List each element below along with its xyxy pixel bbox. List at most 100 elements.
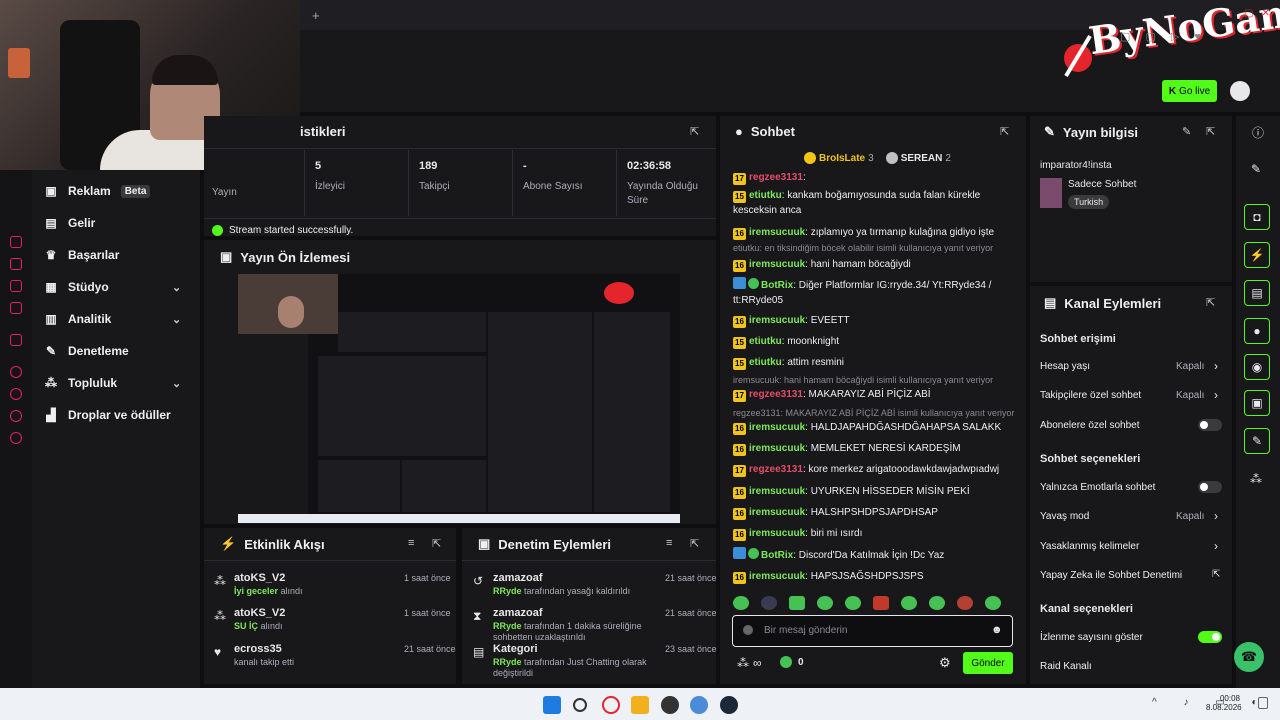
- chat-message[interactable]: 16 iremsucuuk: HALSHPSHDPSJAPDHSAP: [733, 505, 1018, 520]
- chat-message[interactable]: 17 regzee3131: MAKARAYIZ ABİ PİÇİZ ABİ: [733, 387, 1018, 402]
- notification-icon[interactable]: [1258, 697, 1268, 709]
- filter-icon[interactable]: ≡: [666, 537, 672, 549]
- window-controls[interactable]: ▢✕: [1244, 8, 1278, 19]
- row-user[interactable]: atoKS_V2: [234, 607, 285, 619]
- wrench-icon[interactable]: ✎: [1244, 428, 1270, 454]
- emote-icon[interactable]: [817, 596, 833, 610]
- folder-icon[interactable]: [631, 696, 649, 714]
- chat-message[interactable]: 15 etiutku: moonknight: [733, 334, 1018, 349]
- strip-icon[interactable]: [10, 302, 22, 314]
- chat-username[interactable]: regzee3131: [749, 389, 803, 400]
- setting-raid-channel[interactable]: Raid Kanalı: [1040, 661, 1220, 672]
- chat-message[interactable]: 16 iremsucuuk: MEMLEKET NERESİ KARDEŞİM: [733, 441, 1018, 456]
- popout-icon[interactable]: ⇱: [1206, 296, 1215, 309]
- emote-icon[interactable]: [761, 596, 777, 610]
- popout-icon[interactable]: ⇱: [432, 537, 441, 550]
- edit-icon[interactable]: ✎: [1182, 125, 1191, 138]
- row-user[interactable]: zamazoaf: [493, 607, 543, 619]
- obs-icon[interactable]: [661, 696, 679, 714]
- setting-ai-moderation[interactable]: Yapay Zeka ile Sohbet Denetimi: [1040, 570, 1220, 581]
- chat-username[interactable]: iremsucuuk: [749, 528, 805, 539]
- chat-message[interactable]: 17 regzee3131: kore merkez arigatooodawkd…: [733, 462, 1018, 477]
- strip-icon[interactable]: [10, 280, 22, 292]
- chat-username[interactable]: BotRix: [761, 280, 793, 291]
- chat-username[interactable]: iremsucuuk: [749, 259, 805, 270]
- chat-message[interactable]: 16 iremsucuuk: UYURKEN HİSSEDER MİSİN PEK…: [733, 484, 1018, 499]
- emote-icon[interactable]: [873, 596, 889, 610]
- chat-message[interactable]: BotRix: Discord'Da Katılmak İçin !Dc Yaz: [733, 547, 1018, 563]
- nav-reklam[interactable]: ▣ Reklam Beta: [44, 180, 151, 202]
- chat-username[interactable]: iremsucuuk: [749, 507, 805, 518]
- chat-message[interactable]: 16 iremsucuuk: zıplamıyo ya tırmanıp kula…: [733, 225, 1018, 240]
- chat-message[interactable]: 16 iremsucuuk: HAPSJSAĞSHDPSJSPS: [733, 569, 1018, 584]
- nav-gelir[interactable]: ▤ Gelir: [44, 212, 95, 234]
- strip-icon[interactable]: [10, 388, 22, 400]
- stream-preview-video[interactable]: [238, 274, 680, 523]
- emote-icon[interactable]: [789, 596, 805, 610]
- avatar[interactable]: [1230, 81, 1250, 101]
- chat-input[interactable]: Bir mesaj gönderin ☻: [732, 615, 1013, 647]
- go-live-button[interactable]: K Go live: [1162, 80, 1217, 102]
- chat-username[interactable]: iremsucuuk: [749, 227, 805, 238]
- chat-message[interactable]: 16 iremsucuuk: hani hamam böcağiydi: [733, 257, 1018, 272]
- steam-icon[interactable]: [720, 696, 738, 714]
- abone-toggle[interactable]: [1198, 419, 1222, 431]
- filter-icon[interactable]: ≡: [408, 537, 414, 549]
- bolt-icon[interactable]: ⚡: [1244, 242, 1270, 268]
- emote-icon[interactable]: [901, 596, 917, 610]
- emote-icon[interactable]: [929, 596, 945, 610]
- chat-username[interactable]: iremsucuuk: [749, 443, 805, 454]
- nav-topluluk[interactable]: ⁂ Topluluk ⌄: [44, 372, 181, 394]
- strip-icon[interactable]: [10, 236, 22, 248]
- emote-icon[interactable]: [733, 596, 749, 610]
- chat-username[interactable]: iremsucuuk: [749, 486, 805, 497]
- chat-message[interactable]: 17 regzee3131:: [733, 170, 1018, 185]
- clip-icon[interactable]: ◘: [1244, 204, 1270, 230]
- row-user[interactable]: ecross35: [234, 643, 282, 655]
- chat-username[interactable]: etiutku: [749, 336, 782, 347]
- nav-denetleme[interactable]: ✎ Denetleme: [44, 340, 129, 362]
- opera-icon[interactable]: [602, 696, 620, 714]
- chat-username[interactable]: iremsucuuk: [749, 315, 805, 326]
- emote-icon[interactable]: [845, 596, 861, 610]
- chat-username[interactable]: etiutku: [749, 190, 782, 201]
- setting-banned-words[interactable]: Yasaklanmış kelimeler: [1040, 541, 1220, 552]
- twitch-icon[interactable]: [10, 334, 22, 346]
- send-button[interactable]: Gönder: [963, 652, 1013, 674]
- new-tab-icon[interactable]: +: [312, 8, 320, 23]
- edit-icon[interactable]: ✎: [1251, 162, 1261, 176]
- nav-droplar[interactable]: ▟ Droplar ve ödüller: [44, 404, 170, 426]
- emoji-icon[interactable]: ☻: [991, 624, 1003, 636]
- strip-icon[interactable]: [10, 410, 22, 422]
- info-icon[interactable]: ⓘ: [1252, 124, 1264, 141]
- chat-bubble-icon[interactable]: ●: [1244, 318, 1270, 344]
- chat-message[interactable]: 16 iremsucuuk: HALDJAPAHDĞASHDĞAHAPSA SAL…: [733, 420, 1018, 435]
- layout-icon[interactable]: ▣: [1244, 390, 1270, 416]
- emote-only-toggle[interactable]: [1198, 481, 1222, 493]
- popout-icon[interactable]: ⇱: [1206, 125, 1215, 138]
- popout-icon[interactable]: ⇱: [690, 537, 699, 550]
- users-icon[interactable]: ⁂: [1250, 472, 1262, 486]
- popout-icon[interactable]: ⇱: [1000, 125, 1009, 138]
- nav-studyo[interactable]: ▦ Stüdyo ⌄: [44, 276, 181, 298]
- gear-icon[interactable]: ⚙: [939, 655, 951, 671]
- list-icon[interactable]: ▤: [1244, 280, 1270, 306]
- chat-username[interactable]: regzee3131: [749, 172, 803, 183]
- chat-message[interactable]: 15 etiutku: attim resmini: [733, 355, 1018, 370]
- emote-icon[interactable]: [985, 596, 1001, 610]
- chat-username[interactable]: iremsucuuk: [749, 571, 805, 582]
- broadcast-icon[interactable]: ◉: [1244, 354, 1270, 380]
- popout-icon[interactable]: ⇱: [690, 125, 699, 138]
- strip-icon[interactable]: [10, 366, 22, 378]
- chat-message[interactable]: 16 iremsucuuk: biri mi ısırdı: [733, 526, 1018, 541]
- app-icon[interactable]: [690, 696, 708, 714]
- settings-icon[interactable]: [10, 432, 22, 444]
- windows-start-icon[interactable]: [543, 696, 561, 714]
- chat-message[interactable]: BotRix: Diğer Platformlar IG:rryde.34/ Y…: [733, 277, 1018, 308]
- search-icon[interactable]: [573, 698, 587, 712]
- chat-message[interactable]: 16 iremsucuuk: EVEETT: [733, 313, 1018, 328]
- chat-message[interactable]: 15 etiutku: kankam boğamıyosunda suda fal…: [733, 188, 1018, 218]
- emote-icon[interactable]: [957, 596, 973, 610]
- strip-icon[interactable]: [10, 258, 22, 270]
- nav-analitik[interactable]: ▥ Analitik ⌄: [44, 308, 181, 330]
